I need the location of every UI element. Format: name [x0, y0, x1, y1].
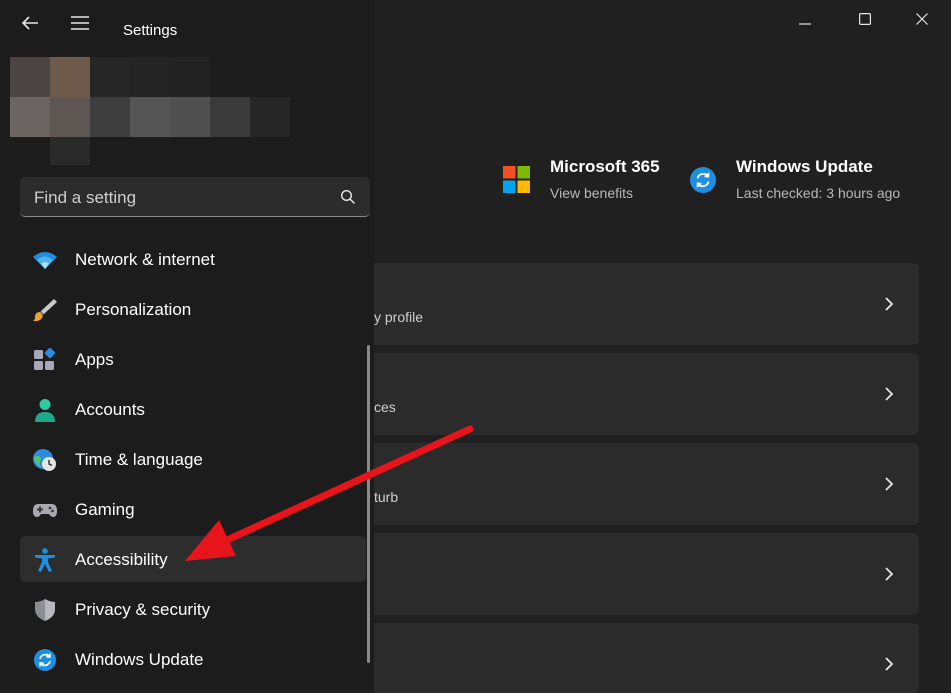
nav-item-privacy-security[interactable]: Privacy & security [20, 586, 366, 632]
nav-item-label: Apps [75, 350, 114, 369]
chevron-right-icon [885, 567, 894, 581]
window-title: Settings [123, 22, 178, 39]
nav-item-personalization[interactable]: Personalization [20, 286, 366, 332]
nav-item-time-language[interactable]: Time & language [20, 436, 366, 482]
hamburger-menu-icon [71, 16, 89, 30]
nav-item-label: Accounts [75, 400, 145, 419]
search-icon[interactable] [340, 189, 356, 205]
apps-icon [34, 348, 56, 370]
windows-update-subtitle: Last checked: 3 hours ago [736, 185, 901, 201]
maximize-icon [859, 13, 871, 25]
chevron-right-icon [885, 477, 894, 491]
close-icon [916, 13, 928, 25]
back-button[interactable] [15, 8, 45, 38]
nav-item-accessibility[interactable]: Accessibility [20, 536, 366, 582]
title-bar: Settings [0, 0, 951, 40]
nav-scrollbar[interactable] [367, 345, 370, 663]
nav-item-apps[interactable]: Apps [20, 336, 366, 382]
settings-card-3[interactable]: turb [374, 443, 919, 525]
shield-icon [35, 599, 55, 621]
microsoft-365-title: Microsoft 365 [550, 157, 660, 176]
nav-item-label: Accessibility [75, 550, 168, 569]
card-subtitle: turb [374, 489, 399, 505]
nav-item-label: Time & language [75, 450, 203, 469]
nav-item-gaming[interactable]: Gaming [20, 486, 366, 532]
settings-window: Microsoft 365 View benefits Windows Upda… [0, 0, 951, 693]
chevron-right-icon [885, 657, 894, 671]
microsoft-365-subtitle: View benefits [550, 185, 634, 201]
wifi-icon [33, 252, 57, 269]
search-placeholder: Find a setting [34, 188, 137, 207]
card-subtitle: y profile [374, 309, 424, 325]
card-subtitle: ces [374, 399, 396, 415]
settings-card-5[interactable] [374, 623, 919, 693]
chevron-right-icon [885, 297, 894, 311]
gamepad-icon [33, 504, 57, 517]
search-input[interactable]: Find a setting [20, 177, 370, 217]
nav-item-label: Privacy & security [75, 600, 211, 619]
chevron-right-icon [885, 387, 894, 401]
minimize-button[interactable] [785, 4, 825, 34]
nav-item-accounts[interactable]: Accounts [20, 386, 366, 432]
brush-icon [33, 299, 57, 322]
update-icon [690, 167, 716, 193]
navigation-pane: Find a setting Network & internet Person… [0, 0, 374, 690]
nav-item-label: Gaming [75, 500, 135, 519]
microsoft-365-promo[interactable]: Microsoft 365 View benefits [503, 157, 673, 207]
microsoft-logo-icon [503, 166, 530, 193]
maximize-button[interactable] [845, 4, 885, 34]
update-icon [34, 649, 56, 671]
minimize-icon [799, 23, 811, 25]
nav-item-label: Windows Update [75, 650, 204, 669]
settings-card-1[interactable]: y profile [374, 263, 919, 345]
settings-card-2[interactable]: ces [374, 353, 919, 435]
arrow-left-icon [21, 16, 38, 30]
nav-item-label: Personalization [75, 300, 192, 319]
person-icon [35, 399, 55, 422]
user-profile-pixelated [10, 57, 290, 165]
windows-update-promo[interactable]: Windows Update Last checked: 3 hours ago [689, 157, 919, 207]
accessibility-icon [35, 548, 55, 572]
nav-item-windows-update[interactable]: Windows Update [20, 636, 366, 682]
menu-button[interactable] [65, 8, 95, 38]
settings-card-4[interactable] [374, 533, 919, 615]
nav-item-label: Network & internet [75, 250, 215, 269]
windows-update-title: Windows Update [736, 157, 873, 176]
nav-list: Network & internet Personalization Apps [20, 236, 366, 686]
close-button[interactable] [902, 4, 942, 34]
nav-item-network[interactable]: Network & internet [20, 236, 366, 282]
globe-clock-icon [33, 449, 56, 471]
